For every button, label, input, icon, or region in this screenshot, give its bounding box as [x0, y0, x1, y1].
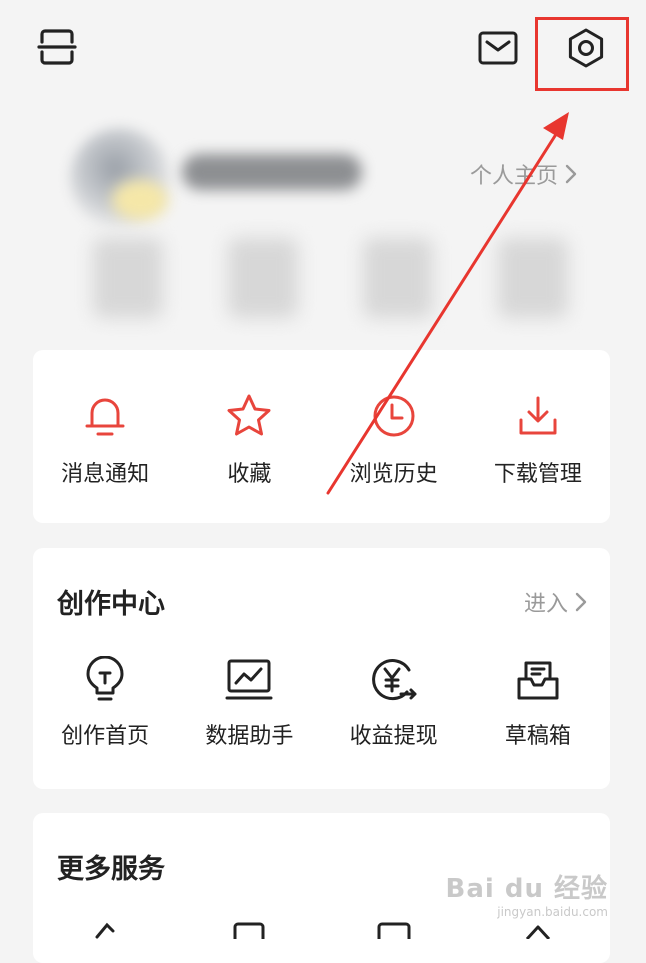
more-services-title: 更多服务 — [57, 854, 165, 885]
avatar-badge — [112, 180, 168, 220]
clock-icon — [368, 390, 420, 442]
more-service-item[interactable] — [322, 919, 466, 939]
quick-action-favorites[interactable]: 收藏 — [177, 390, 321, 488]
draft-box-icon — [512, 654, 564, 706]
star-icon — [223, 390, 275, 442]
more-service-item[interactable] — [177, 919, 321, 939]
creator-item-label: 数据助手 — [205, 724, 294, 749]
pen-icon — [95, 922, 115, 939]
quick-actions-card: 消息通知 收藏 浏览历史 下载管理 — [33, 350, 610, 523]
stat-item[interactable] — [227, 238, 298, 318]
quick-action-label: 消息通知 — [61, 462, 150, 487]
home-icon — [525, 925, 550, 939]
chat-icon — [377, 922, 411, 939]
personal-homepage-label: 个人主页 — [470, 164, 559, 189]
document-icon — [233, 922, 265, 939]
watermark-sub-text: jingyan.baidu.com — [497, 905, 608, 919]
quick-action-downloads[interactable]: 下载管理 — [466, 390, 610, 488]
creator-item-home[interactable]: 创作首页 — [33, 654, 177, 750]
baidu-jingyan-watermark: Bai du 经验 jingyan.baidu.com — [446, 868, 609, 919]
stat-item[interactable] — [362, 238, 433, 318]
chevron-right-icon — [575, 592, 587, 612]
quick-action-label: 收藏 — [227, 462, 272, 487]
enter-label: 进入 — [523, 592, 568, 617]
quick-action-notifications[interactable]: 消息通知 — [33, 390, 177, 488]
creator-center-card: 创作中心 进入 创作首页 数据助手 收益提现 草稿箱 — [33, 548, 610, 789]
creator-item-earnings[interactable]: 收益提现 — [322, 654, 466, 750]
quick-action-label: 浏览历史 — [349, 462, 438, 487]
more-service-item[interactable] — [33, 919, 177, 939]
mail-icon[interactable] — [474, 24, 522, 72]
creator-item-data-assistant[interactable]: 数据助手 — [177, 654, 321, 750]
creator-item-drafts[interactable]: 草稿箱 — [466, 654, 610, 750]
quick-action-history[interactable]: 浏览历史 — [322, 390, 466, 488]
top-bar — [0, 0, 646, 100]
quick-action-label: 下载管理 — [493, 462, 582, 487]
stat-item[interactable] — [92, 238, 163, 318]
username-blurred — [182, 154, 362, 190]
more-service-item[interactable] — [466, 919, 610, 939]
creator-center-enter-link[interactable]: 进入 — [524, 586, 588, 618]
profile-stats — [60, 238, 600, 338]
lightbulb-icon — [79, 654, 131, 706]
gear-icon[interactable] — [560, 22, 612, 74]
stat-item[interactable] — [497, 238, 568, 318]
creator-center-title: 创作中心 — [57, 589, 165, 620]
chart-monitor-icon — [223, 654, 275, 706]
personal-homepage-link[interactable]: 个人主页 — [470, 158, 578, 190]
chevron-right-icon — [565, 164, 577, 184]
watermark-main-text: Bai du 经验 — [445, 874, 608, 904]
scan-icon[interactable] — [34, 24, 80, 70]
yuan-withdraw-icon — [368, 654, 420, 706]
creator-item-label: 收益提现 — [349, 724, 438, 749]
profile-section: 个人主页 — [0, 100, 646, 340]
download-icon — [512, 390, 564, 442]
creator-item-label: 草稿箱 — [504, 724, 571, 749]
bell-icon — [79, 390, 131, 442]
creator-item-label: 创作首页 — [61, 724, 150, 749]
